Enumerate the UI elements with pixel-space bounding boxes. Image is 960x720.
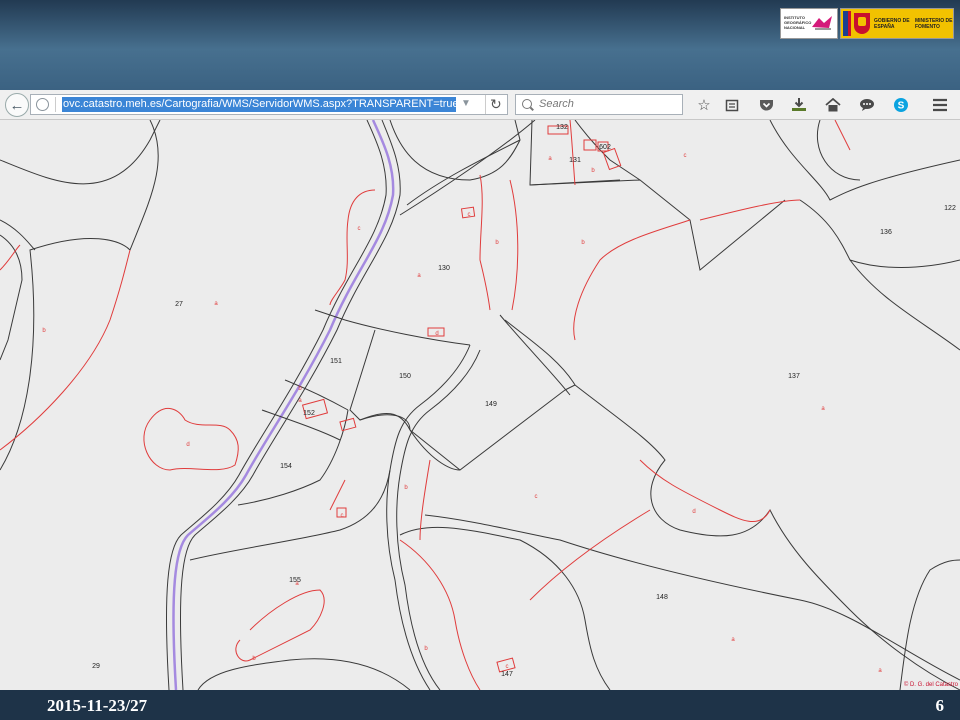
search-placeholder: Search	[539, 98, 574, 110]
subparcel-letter: d	[692, 509, 695, 515]
parcel-label: 29	[92, 663, 100, 670]
address-bar[interactable]: ovc.catastro.meh.es/Cartografia/WMS/Serv…	[30, 94, 508, 115]
home-icon[interactable]	[823, 95, 843, 115]
browser-toolbar: ← ovc.catastro.meh.es/Cartografia/WMS/Se…	[0, 90, 960, 120]
page-number: 6	[935, 696, 945, 715]
parcel-label: 152	[303, 410, 315, 417]
svg-text:S: S	[898, 101, 905, 112]
chat-icon[interactable]	[857, 95, 877, 115]
parcel-label: 147	[501, 671, 513, 678]
back-button[interactable]: ←	[5, 93, 29, 117]
parcel-boundaries	[0, 120, 960, 690]
cadastral-map[interactable]: 132 131 602 122 136 130 27 151 150 149 1…	[0, 120, 960, 690]
parcel-label: 148	[656, 594, 668, 601]
subparcel-letter: b	[424, 646, 428, 652]
arrow-left-icon: ←	[9, 96, 25, 114]
subparcel-letter: a	[821, 406, 825, 412]
ign-logo: INSTITUTO GEOGRÁFICO NACIONAL	[780, 8, 838, 39]
menu-icon[interactable]	[930, 95, 950, 115]
subparcel-letter: c	[468, 212, 471, 218]
subparcel-letter: b	[495, 240, 499, 246]
subparcel-letter: a	[548, 156, 552, 162]
parcel-label: 137	[788, 373, 800, 380]
ministry-logo-text: MINISTERIO DE FOMENTO	[915, 18, 953, 30]
subparcel-letter: c	[358, 226, 361, 232]
slide-header: INSTITUTO GEOGRÁFICO NACIONAL GOBIERNO D…	[0, 0, 960, 90]
search-icon	[522, 99, 532, 109]
ign-logo-text: INSTITUTO GEOGRÁFICO NACIONAL	[784, 15, 812, 30]
subparcel-letter: a	[731, 637, 735, 643]
subparcel-boundaries	[0, 120, 851, 690]
parcel-label: 602	[599, 144, 611, 151]
government-logo: GOBIERNO DE ESPAÑA MINISTERIO DE FOMENTO	[840, 8, 954, 39]
subparcel-letter: a	[214, 301, 218, 307]
subparcel-letter: c	[535, 494, 538, 500]
reload-icon[interactable]: ↻	[485, 95, 502, 114]
ign-logo-mark	[812, 16, 832, 30]
bookmark-star-icon[interactable]: ☆	[694, 95, 714, 115]
url-text[interactable]: ovc.catastro.meh.es/Cartografia/WMS/Serv…	[62, 97, 456, 112]
parcel-label: 149	[485, 401, 497, 408]
search-box[interactable]: Search	[515, 94, 683, 115]
map-credit: © D. G. del Catastro	[903, 682, 958, 688]
subparcel-letter: b	[581, 240, 585, 246]
pocket-icon[interactable]	[756, 95, 776, 115]
parcel-label: 27	[175, 301, 183, 308]
parcel-label: 132	[556, 124, 568, 131]
footer-date: 2015-11-23/27	[47, 696, 148, 715]
parcel-label: 122	[944, 205, 956, 212]
subparcel-letter: c	[684, 153, 687, 159]
parcel-label: 151	[330, 358, 342, 365]
globe-icon	[36, 98, 49, 111]
parcel-label: 136	[880, 229, 892, 236]
skype-icon[interactable]: S	[891, 95, 911, 115]
parcel-label: 130	[438, 265, 450, 272]
parcel-label: 131	[569, 157, 581, 164]
subparcel-letter: a	[417, 273, 421, 279]
subparcel-letter: a	[878, 668, 882, 674]
subparcel-letter: b	[404, 485, 408, 491]
subparcel-letter: c	[341, 513, 344, 519]
government-logo-text: GOBIERNO DE ESPAÑA	[874, 18, 910, 30]
slide-footer: 2015-11-23/27 6	[0, 690, 960, 720]
subparcel-letter: b	[42, 328, 46, 334]
parcel-label: 150	[399, 373, 411, 380]
subparcel-letter: b	[591, 168, 595, 174]
subparcel-letter: d	[186, 442, 189, 448]
download-icon[interactable]	[789, 95, 809, 115]
coat-of-arms-icon	[854, 13, 870, 34]
road-line	[165, 120, 401, 690]
reading-list-icon[interactable]	[722, 95, 742, 115]
parcel-label: 154	[280, 463, 292, 470]
subparcel-letter: c	[506, 664, 509, 670]
map-canvas[interactable]: 132 131 602 122 136 130 27 151 150 149 1…	[0, 120, 960, 690]
subparcel-letters: a b c c c b b a a b d a b d a b c d c a …	[42, 153, 882, 674]
parcel-labels: 132 131 602 122 136 130 27 151 150 149 1…	[92, 124, 956, 678]
dropdown-icon[interactable]: ▼	[461, 98, 471, 109]
logos: INSTITUTO GEOGRÁFICO NACIONAL GOBIERNO D…	[780, 8, 954, 39]
subparcel-letter: a	[298, 398, 302, 404]
subparcel-letter: d	[435, 331, 438, 337]
